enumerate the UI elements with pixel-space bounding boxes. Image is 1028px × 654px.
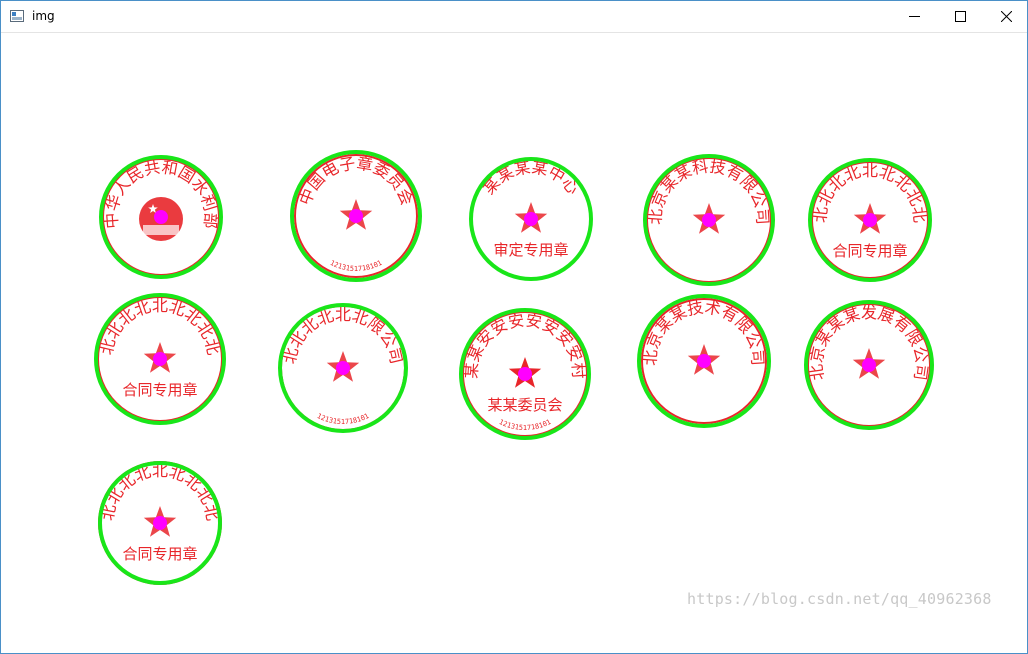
center-point	[349, 209, 363, 223]
center-point	[518, 367, 532, 381]
center-point	[336, 361, 350, 375]
seal-subtext: 合同专用章	[832, 242, 907, 260]
detected-seal: 北北北北北北北北北合同专用章	[94, 293, 226, 425]
app-icon	[10, 10, 24, 22]
seal-subtext: 某某委员会	[487, 396, 562, 414]
title-bar[interactable]: img	[1, 1, 1027, 33]
maximize-button[interactable]	[937, 1, 983, 32]
detected-seal: 北京某某科技有限公司	[643, 154, 775, 286]
minimize-button[interactable]	[891, 1, 937, 32]
minimize-icon	[908, 16, 920, 17]
center-point	[702, 213, 716, 227]
detected-seal: 某某某某中心审定专用章	[469, 157, 593, 281]
seal-serial: 1213151718101	[316, 412, 371, 426]
center-point	[153, 352, 167, 366]
detected-seal: 北北北北北北北北北合同专用章	[808, 158, 932, 282]
maximize-icon	[954, 11, 966, 22]
detected-seal: 中国电子章委员会1213151718101	[290, 150, 422, 282]
image-canvas: 中华人民共和国水利部 中国电子章委员会 1213151718101 某某某某中心审定专…	[1, 33, 1027, 653]
center-point	[154, 210, 168, 224]
center-point	[524, 212, 538, 226]
close-button[interactable]	[983, 1, 1028, 32]
detected-seal: 北京某某技术有限公司	[637, 294, 771, 428]
detected-seal: 北北北北北北限公司1213151718101	[278, 303, 408, 433]
detected-seal: 北京某某某发展有限公司	[804, 300, 934, 430]
center-point	[153, 516, 167, 530]
center-point	[697, 354, 711, 368]
seal-serial: 1213151718101	[498, 418, 553, 432]
seal-subtext: 审定专用章	[493, 241, 568, 259]
seal-serial: 1213151718101	[329, 259, 384, 273]
detected-seal: 某某安安安安安安安村某某委员会1213151718101	[459, 308, 591, 440]
watermark: https://blog.csdn.net/qq_40962368	[687, 590, 992, 608]
detected-seal: 北北北北北北北北北合同专用章	[98, 461, 222, 585]
seal-subtext: 合同专用章	[122, 381, 197, 399]
center-point	[863, 213, 877, 227]
seal-subtext: 合同专用章	[122, 545, 197, 563]
center-point	[862, 358, 876, 372]
detected-seal: 中华人民共和国水利部	[99, 155, 223, 279]
seal-text: 某某某某中心	[479, 158, 583, 199]
image-window: img 中华人民共和国水利部 中国电子章委员会 1213151718101 某某某某中…	[0, 0, 1028, 654]
close-icon	[1000, 11, 1012, 22]
window-title: img	[32, 9, 55, 23]
